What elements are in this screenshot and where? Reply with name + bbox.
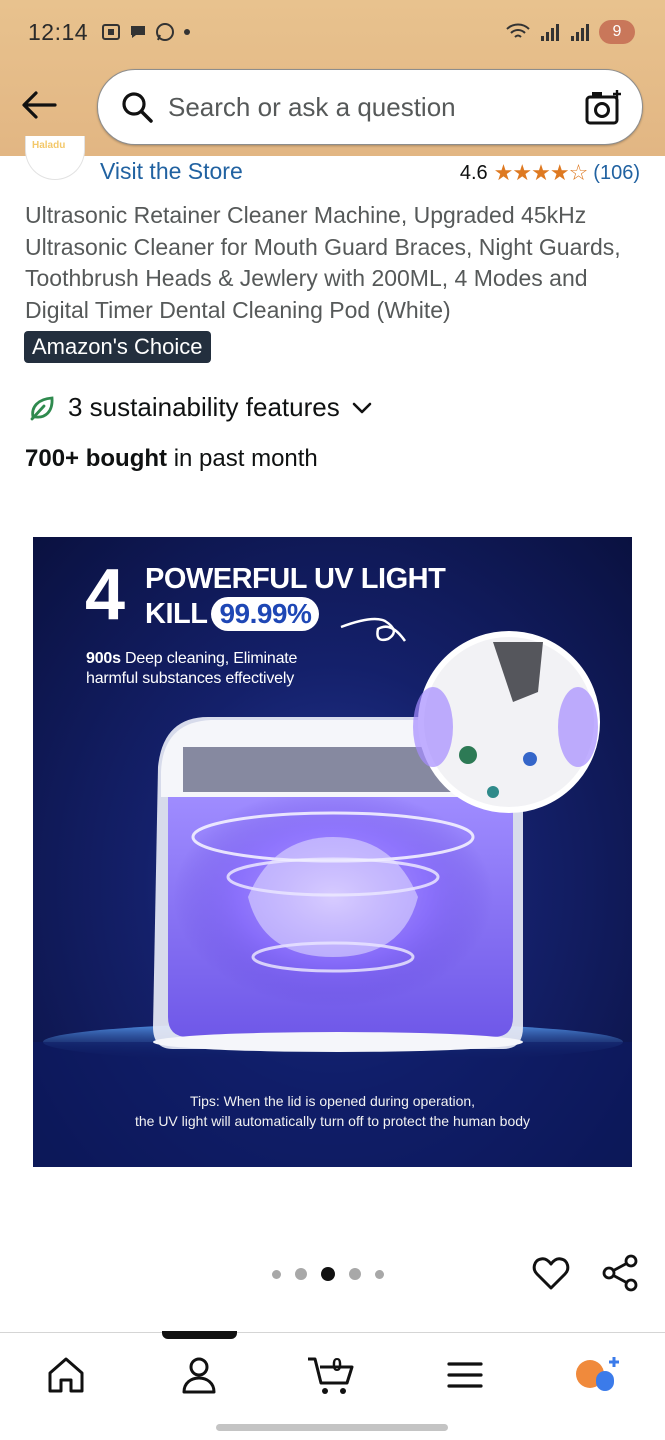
menu-icon[interactable] xyxy=(443,1353,487,1397)
uv-headline-1: POWERFUL UV LIGHT xyxy=(145,563,446,595)
tips-line-2: the UV light will automatically turn off… xyxy=(134,1113,531,1129)
tips-line-1: Tips: When the lid is opened during oper… xyxy=(189,1093,476,1109)
kill-percentage: 99.99% xyxy=(211,597,320,631)
product-title: Ultrasonic Retainer Cleaner Machine, Upg… xyxy=(25,202,621,323)
bought-suffix: in past month xyxy=(167,445,318,472)
uv-headline-2: KILL 99.99% xyxy=(145,597,320,631)
status-time: 12:14 xyxy=(28,18,89,45)
notification-icons xyxy=(100,21,192,43)
amazons-choice-badge[interactable]: Amazon's Choice xyxy=(24,331,211,363)
sustainability-label: 3 sustainability features xyxy=(68,392,340,422)
store-row: Haladu Visit the Store 4.6 ★★★★☆ (106) xyxy=(0,136,665,196)
chat-icon xyxy=(131,26,146,38)
store-logo-text: Haladu xyxy=(32,140,66,151)
kill-label: KILL xyxy=(145,598,208,630)
rating-value: 4.6 xyxy=(459,161,488,184)
signal-2-icon xyxy=(571,24,589,41)
search-icon xyxy=(122,92,153,123)
desc-line-2: harmful substances effectively xyxy=(86,670,295,687)
bought-in-past-month: 700+ bought in past month xyxy=(25,445,318,473)
uv-description: 900s Deep cleaning, Eliminate harmful sub… xyxy=(86,649,297,689)
star-rating-icon: ★★★★☆ xyxy=(493,160,589,185)
home-icon[interactable] xyxy=(44,1353,88,1397)
wifi-icon xyxy=(506,23,530,38)
carousel-dot[interactable] xyxy=(375,1269,384,1279)
back-arrow-icon xyxy=(22,91,57,119)
gesture-home-bar[interactable] xyxy=(216,1424,448,1431)
status-bar: 12:14 9 xyxy=(28,14,635,50)
carousel-dot-active[interactable] xyxy=(321,1267,335,1281)
whatsapp-icon xyxy=(156,23,175,41)
cart-count: 0 xyxy=(332,1355,343,1375)
dot-icon xyxy=(184,29,191,35)
camera-icon[interactable] xyxy=(584,88,624,128)
image-carousel-dots[interactable] xyxy=(272,1267,384,1281)
visit-store-link[interactable]: Visit the Store xyxy=(100,158,243,185)
rufus-ai-icon[interactable] xyxy=(574,1353,624,1397)
back-button[interactable] xyxy=(18,84,60,126)
product-image[interactable]: 4 POWERFUL UV LIGHT KILL 99.99% 900s Deep… xyxy=(33,537,632,1167)
review-count[interactable]: (106) xyxy=(593,162,640,185)
carousel-dot[interactable] xyxy=(272,1269,281,1279)
screenshot-icon xyxy=(102,24,121,40)
share-icon[interactable] xyxy=(601,1254,639,1292)
sustainability-features[interactable]: 3 sustainability features xyxy=(28,392,374,423)
store-logo[interactable]: Haladu xyxy=(25,136,85,180)
signal-icon xyxy=(541,24,559,41)
nav-active-indicator xyxy=(162,1331,237,1339)
rating-summary[interactable]: 4.6 ★★★★☆ (106) xyxy=(460,160,640,186)
search-bar[interactable] xyxy=(97,69,643,145)
uv-tips: Tips: When the lid is opened during oper… xyxy=(33,1091,632,1131)
system-icons: 9 xyxy=(505,20,635,44)
leaf-icon xyxy=(30,396,54,420)
carousel-dot[interactable] xyxy=(349,1268,361,1280)
search-input[interactable] xyxy=(168,91,558,123)
heart-icon[interactable] xyxy=(531,1253,571,1293)
desc-duration: 900s xyxy=(86,650,121,667)
desc-line-1: Deep cleaning, Eliminate xyxy=(120,650,298,667)
bought-count: 700+ bought xyxy=(25,445,168,472)
app-header: 12:14 9 xyxy=(0,0,665,156)
product-page: 12:14 9 Haladu Visit the Sto xyxy=(0,0,665,1440)
carousel-dot[interactable] xyxy=(295,1268,307,1280)
uv-count: 4 xyxy=(85,555,126,635)
chevron-down-icon xyxy=(352,402,372,413)
account-icon[interactable] xyxy=(177,1353,221,1397)
battery-level: 9 xyxy=(599,20,635,44)
